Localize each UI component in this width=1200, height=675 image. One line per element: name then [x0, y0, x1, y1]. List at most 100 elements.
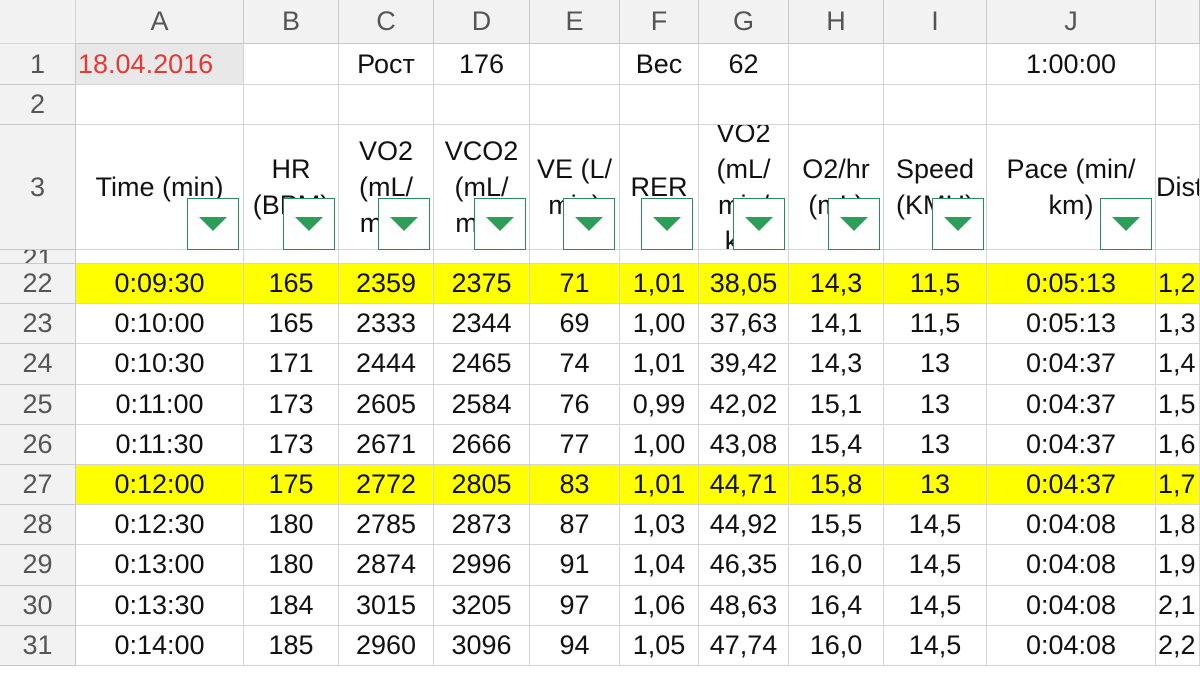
table-cell[interactable]: 0:09:30: [76, 264, 244, 305]
table-cell[interactable]: 2873: [434, 505, 530, 546]
table-cell[interactable]: 39,42: [699, 344, 789, 385]
table-cell[interactable]: 1,3: [1156, 304, 1200, 345]
table-cell[interactable]: 2444: [339, 344, 434, 385]
table-cell[interactable]: 0:04:37: [987, 344, 1156, 385]
row-header-30[interactable]: 30: [0, 585, 76, 626]
table-cell[interactable]: 42,02: [699, 384, 789, 425]
cell[interactable]: [530, 250, 620, 264]
table-cell[interactable]: 1,2: [1156, 264, 1200, 305]
table-cell[interactable]: 2584: [434, 384, 530, 425]
table-cell[interactable]: 0:04:37: [987, 424, 1156, 465]
table-cell[interactable]: 0:13:30: [76, 585, 244, 626]
table-cell[interactable]: 16,0: [789, 625, 884, 666]
duration-cell[interactable]: 1:00:00: [987, 44, 1156, 85]
table-cell[interactable]: 1,03: [620, 505, 699, 546]
table-cell[interactable]: 15,4: [789, 424, 884, 465]
table-cell[interactable]: 37,63: [699, 304, 789, 345]
date-cell[interactable]: 18.04.2016: [76, 44, 244, 85]
cell[interactable]: [530, 85, 620, 125]
table-cell[interactable]: 0:04:08: [987, 505, 1156, 546]
table-cell[interactable]: 0:13:00: [76, 545, 244, 586]
table-cell[interactable]: 180: [244, 505, 339, 546]
table-cell[interactable]: 13: [884, 344, 987, 385]
table-cell[interactable]: 173: [244, 424, 339, 465]
filter-dropdown-button[interactable]: [474, 198, 526, 250]
table-cell[interactable]: 14,5: [884, 585, 987, 626]
table-cell[interactable]: 2375: [434, 264, 530, 305]
table-cell[interactable]: 185: [244, 625, 339, 666]
filter-dropdown-button[interactable]: [378, 198, 430, 250]
table-cell[interactable]: 14,5: [884, 625, 987, 666]
table-cell[interactable]: 0:04:37: [987, 384, 1156, 425]
table-cell[interactable]: 3015: [339, 585, 434, 626]
table-cell[interactable]: 2960: [339, 625, 434, 666]
cell[interactable]: [1156, 85, 1200, 125]
cell[interactable]: [76, 250, 244, 264]
table-cell[interactable]: 13: [884, 384, 987, 425]
column-header-A[interactable]: A: [76, 0, 244, 44]
row-header-24[interactable]: 24: [0, 344, 76, 385]
table-cell[interactable]: 2785: [339, 505, 434, 546]
select-all-corner[interactable]: [0, 0, 76, 44]
cell[interactable]: [244, 250, 339, 264]
cell[interactable]: [244, 44, 339, 85]
table-cell[interactable]: 91: [530, 545, 620, 586]
table-cell[interactable]: 3205: [434, 585, 530, 626]
table-cell[interactable]: 2359: [339, 264, 434, 305]
table-cell[interactable]: 14,5: [884, 545, 987, 586]
row-header-25[interactable]: 25: [0, 384, 76, 425]
table-cell[interactable]: 47,74: [699, 625, 789, 666]
table-cell[interactable]: 94: [530, 625, 620, 666]
column-header-B[interactable]: B: [244, 0, 339, 44]
cell[interactable]: [1156, 44, 1200, 85]
table-cell[interactable]: 2671: [339, 424, 434, 465]
table-cell[interactable]: 175: [244, 465, 339, 506]
table-cell[interactable]: 44,92: [699, 505, 789, 546]
column-header-E[interactable]: E: [530, 0, 620, 44]
table-cell[interactable]: 2996: [434, 545, 530, 586]
cell[interactable]: [339, 85, 434, 125]
table-cell[interactable]: 14,3: [789, 264, 884, 305]
table-cell[interactable]: 173: [244, 384, 339, 425]
table-cell[interactable]: 2874: [339, 545, 434, 586]
table-cell[interactable]: 77: [530, 424, 620, 465]
table-cell[interactable]: 15,1: [789, 384, 884, 425]
table-cell[interactable]: 14,1: [789, 304, 884, 345]
column-header-next[interactable]: [1156, 0, 1200, 44]
cell[interactable]: [789, 250, 884, 264]
table-cell[interactable]: 0:10:00: [76, 304, 244, 345]
table-cell[interactable]: 171: [244, 344, 339, 385]
row-header-2[interactable]: 2: [0, 85, 76, 125]
height-value[interactable]: 176: [434, 44, 530, 85]
table-cell[interactable]: 180: [244, 545, 339, 586]
row-header-28[interactable]: 28: [0, 505, 76, 546]
column-title[interactable]: Dist: [1156, 125, 1200, 250]
table-cell[interactable]: 3096: [434, 625, 530, 666]
table-cell[interactable]: 14,3: [789, 344, 884, 385]
table-cell[interactable]: 2666: [434, 424, 530, 465]
table-cell[interactable]: 1,00: [620, 424, 699, 465]
cell[interactable]: [339, 250, 434, 264]
table-cell[interactable]: 48,63: [699, 585, 789, 626]
column-header-J[interactable]: J: [987, 0, 1156, 44]
filter-dropdown-button[interactable]: [733, 198, 785, 250]
table-cell[interactable]: 0:04:08: [987, 625, 1156, 666]
table-cell[interactable]: 15,5: [789, 505, 884, 546]
filter-dropdown-button[interactable]: [283, 198, 335, 250]
table-cell[interactable]: 11,5: [884, 304, 987, 345]
table-cell[interactable]: 0:04:37: [987, 465, 1156, 506]
table-cell[interactable]: 2344: [434, 304, 530, 345]
cell[interactable]: [434, 85, 530, 125]
cell[interactable]: [620, 250, 699, 264]
column-header-I[interactable]: I: [884, 0, 987, 44]
table-cell[interactable]: 2333: [339, 304, 434, 345]
cell[interactable]: [434, 250, 530, 264]
row-header-27[interactable]: 27: [0, 465, 76, 506]
table-cell[interactable]: 69: [530, 304, 620, 345]
cell[interactable]: [530, 44, 620, 85]
table-cell[interactable]: 11,5: [884, 264, 987, 305]
table-cell[interactable]: 97: [530, 585, 620, 626]
table-cell[interactable]: 13: [884, 424, 987, 465]
table-cell[interactable]: 0:10:30: [76, 344, 244, 385]
table-cell[interactable]: 165: [244, 264, 339, 305]
